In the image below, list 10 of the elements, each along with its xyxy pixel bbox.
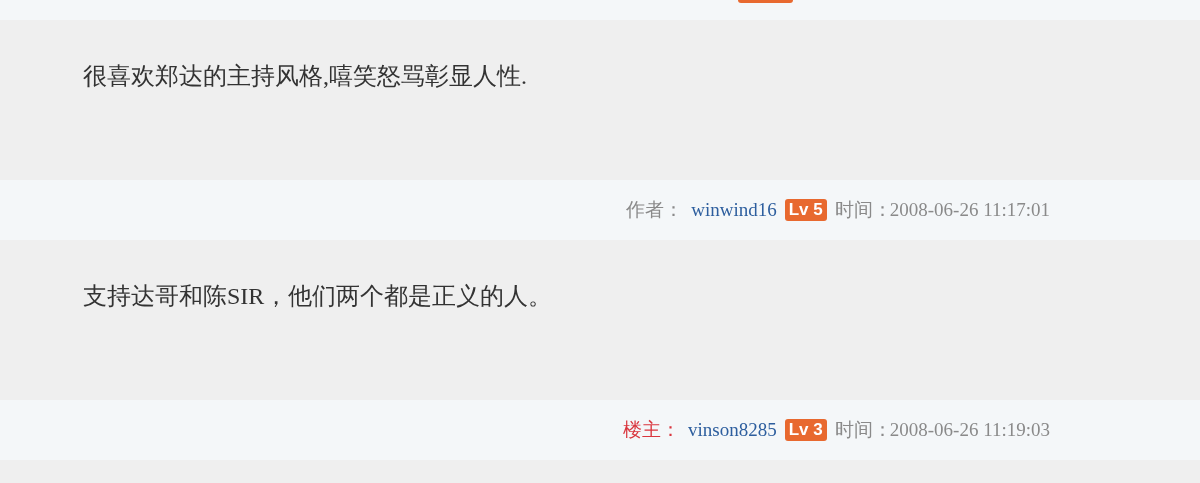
author-label: 作者： bbox=[626, 198, 684, 222]
post-text: 支持达哥和陈SIR，他们两个都是正义的人。 bbox=[83, 282, 554, 311]
post-time: 2008-06-26 11:19:03 bbox=[889, 419, 1050, 441]
post-time: 2008-06-26 11:17:01 bbox=[889, 199, 1050, 221]
level-badge: Lv 5 bbox=[784, 199, 827, 221]
username-link[interactable]: winwind16 bbox=[691, 199, 777, 221]
level-badge: Lv 3 bbox=[784, 419, 827, 441]
owner-label: 楼主： bbox=[623, 418, 680, 442]
post-text: 很喜欢郑达的主持风格,嘻笑怒骂彰显人性. bbox=[83, 62, 528, 91]
username-link[interactable]: vinson8285 bbox=[688, 419, 777, 441]
